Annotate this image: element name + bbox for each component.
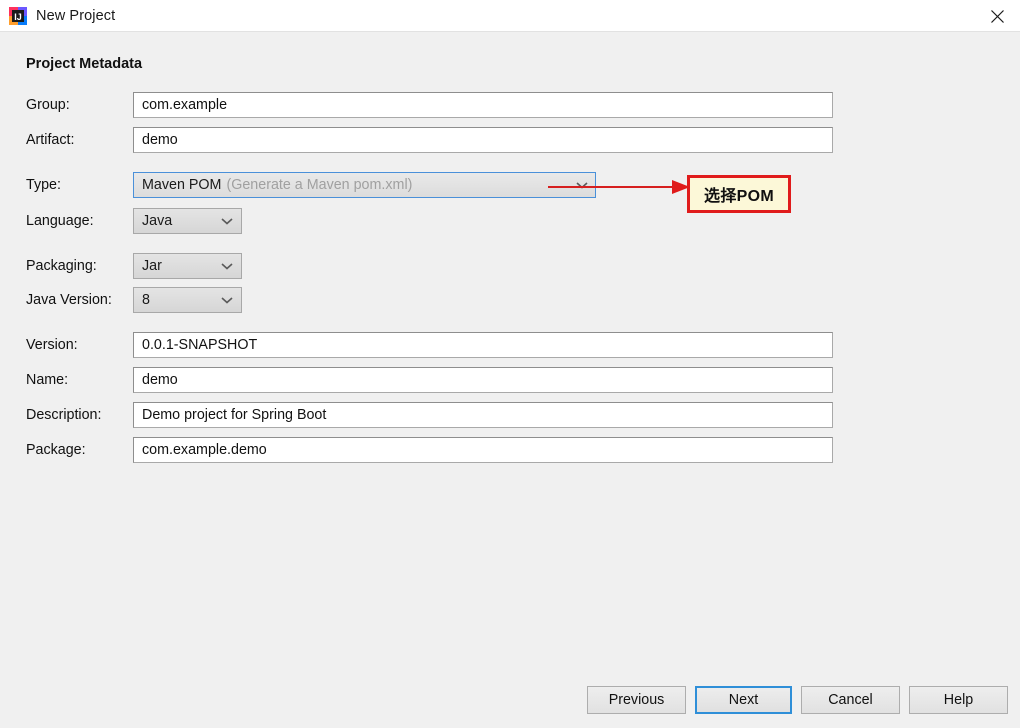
cancel-button[interactable]: Cancel: [801, 686, 900, 714]
annotation-arrow-icon: [548, 178, 690, 196]
type-label: Type:: [26, 177, 61, 193]
java-version-value: 8: [142, 292, 150, 308]
dialog-footer: Previous Next Cancel Help: [0, 686, 1020, 728]
language-value: Java: [142, 213, 173, 229]
dialog-body: Project Metadata Group: Artifact: Type: …: [0, 32, 1020, 728]
type-value: Maven POM: [142, 177, 222, 193]
svg-text:IJ: IJ: [14, 12, 22, 22]
artifact-label: Artifact:: [26, 132, 75, 148]
title-bar: IJ New Project: [0, 0, 1020, 32]
package-label: Package:: [26, 442, 86, 458]
intellij-idea-icon: IJ: [9, 6, 27, 25]
previous-button[interactable]: Previous: [587, 686, 686, 714]
description-label: Description:: [26, 407, 102, 423]
window-title: New Project: [36, 7, 116, 24]
annotation-text: 选择POM: [704, 188, 774, 205]
type-dropdown[interactable]: Maven POM (Generate a Maven pom.xml): [133, 172, 596, 198]
chevron-down-icon: [221, 217, 233, 225]
packaging-label: Packaging:: [26, 258, 97, 274]
next-button[interactable]: Next: [695, 686, 792, 714]
chevron-down-icon: [221, 262, 233, 270]
packaging-value: Jar: [142, 258, 162, 274]
version-label: Version:: [26, 337, 78, 353]
group-label: Group:: [26, 97, 70, 113]
description-input[interactable]: [133, 402, 833, 428]
language-dropdown[interactable]: Java: [133, 208, 242, 234]
name-label: Name:: [26, 372, 69, 388]
java-version-label: Java Version:: [26, 292, 112, 308]
package-input[interactable]: [133, 437, 833, 463]
packaging-dropdown[interactable]: Jar: [133, 253, 242, 279]
page-title: Project Metadata: [26, 56, 143, 72]
artifact-input[interactable]: [133, 127, 833, 153]
chevron-down-icon: [221, 296, 233, 304]
version-input[interactable]: [133, 332, 833, 358]
group-input[interactable]: [133, 92, 833, 118]
type-hint: (Generate a Maven pom.xml): [226, 177, 413, 193]
help-button[interactable]: Help: [909, 686, 1008, 714]
annotation-callout: 选择POM: [687, 175, 791, 213]
java-version-dropdown[interactable]: 8: [133, 287, 242, 313]
language-label: Language:: [26, 213, 94, 229]
close-icon[interactable]: [974, 0, 1020, 32]
name-input[interactable]: [133, 367, 833, 393]
